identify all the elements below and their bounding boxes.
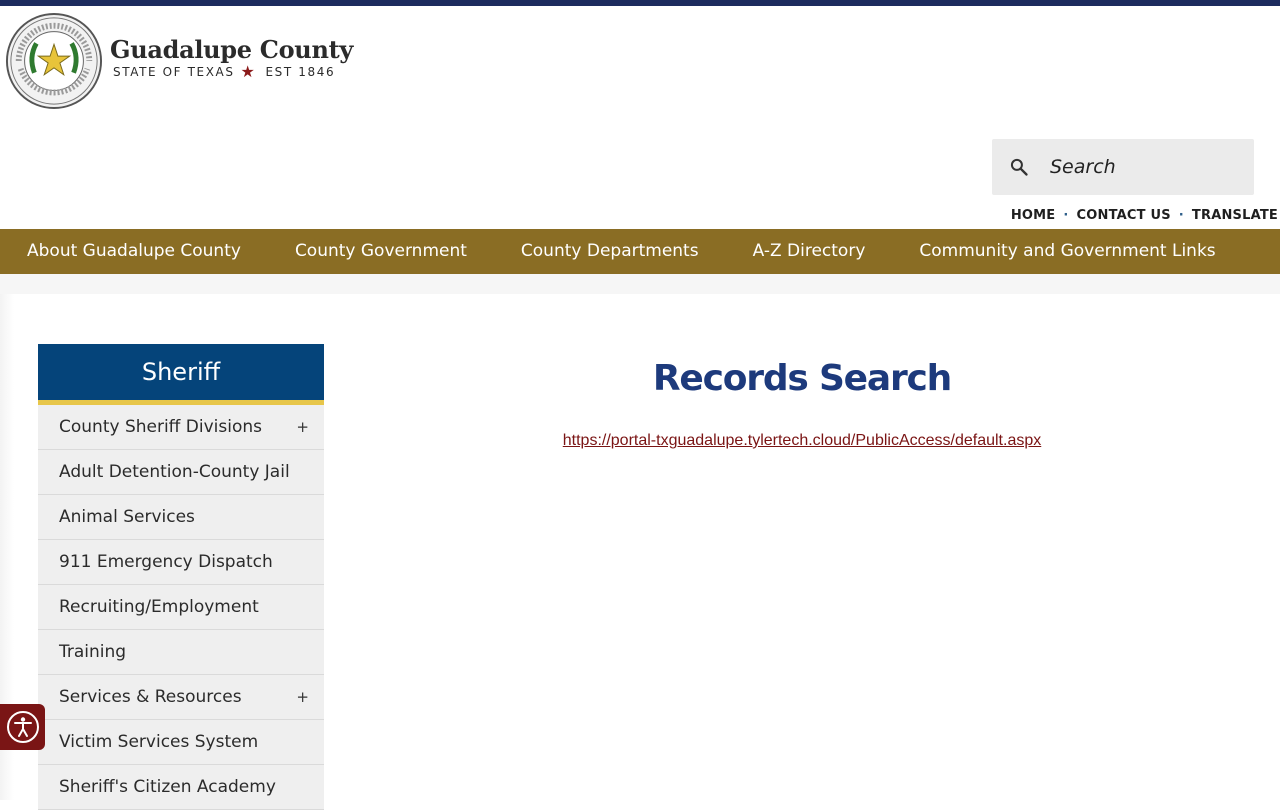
main-nav: About Guadalupe County County Government… xyxy=(0,229,1280,274)
sidebar-item-label[interactable]: Training xyxy=(59,642,126,662)
nav-item-about[interactable]: About Guadalupe County xyxy=(0,229,268,274)
translate-link[interactable]: TRANSLATE xyxy=(1192,208,1278,223)
sidebar-title[interactable]: Sheriff xyxy=(38,344,324,405)
search-input[interactable] xyxy=(1048,155,1232,179)
logo-subtitle: STATE OF TEXAS ★ EST 1846 xyxy=(110,61,353,81)
separator: · xyxy=(1178,208,1184,223)
search-box xyxy=(992,139,1254,195)
star-icon: ★ xyxy=(240,61,257,81)
sidebar-item-services-resources[interactable]: Services & Resources + xyxy=(38,675,324,720)
contact-us-link[interactable]: CONTACT US xyxy=(1077,208,1171,223)
sidebar-item-adult-detention[interactable]: Adult Detention-County Jail xyxy=(38,450,324,495)
sidebar-item-victim-services[interactable]: Victim Services System xyxy=(38,720,324,765)
sidebar-item-911-dispatch[interactable]: 911 Emergency Dispatch xyxy=(38,540,324,585)
sidebar-item-training[interactable]: Training xyxy=(38,630,324,675)
sidebar-item-label[interactable]: Sheriff's Citizen Academy xyxy=(59,777,276,797)
logo-est: EST 1846 xyxy=(265,64,336,79)
records-link-container: https://portal-txguadalupe.tylertech.clo… xyxy=(324,432,1280,450)
page-title: Records Search xyxy=(652,358,952,399)
home-link[interactable]: HOME xyxy=(1011,208,1056,223)
site-header: Guadalupe County STATE OF TEXAS ★ EST 18… xyxy=(0,6,1280,229)
sidebar-item-citizen-academy[interactable]: Sheriff's Citizen Academy xyxy=(38,765,324,810)
sidebar-item-label[interactable]: County Sheriff Divisions xyxy=(59,417,262,437)
sidebar-item-animal-services[interactable]: Animal Services xyxy=(38,495,324,540)
sidebar-item-county-sheriff-divisions[interactable]: County Sheriff Divisions + xyxy=(38,405,324,450)
sidebar-list: County Sheriff Divisions + Adult Detenti… xyxy=(38,405,324,810)
logo-state: STATE OF TEXAS xyxy=(113,64,235,79)
utility-nav: HOME · CONTACT US · TRANSLATE xyxy=(1011,208,1278,223)
sidebar-item-label[interactable]: Animal Services xyxy=(59,507,195,527)
sidebar: Sheriff County Sheriff Divisions + Adult… xyxy=(38,344,324,810)
sidebar-item-label[interactable]: Services & Resources xyxy=(59,687,242,707)
nav-item-county-government[interactable]: County Government xyxy=(268,229,494,274)
nav-item-az-directory[interactable]: A-Z Directory xyxy=(726,229,893,274)
sidebar-item-label[interactable]: Victim Services System xyxy=(59,732,258,752)
expand-plus-icon[interactable]: + xyxy=(296,688,309,706)
sidebar-item-label[interactable]: Adult Detention-County Jail xyxy=(59,462,290,482)
home-logo-link[interactable]: Guadalupe County STATE OF TEXAS ★ EST 18… xyxy=(5,12,353,110)
sidebar-item-label[interactable]: Recruiting/Employment xyxy=(59,597,259,617)
logo-text: Guadalupe County STATE OF TEXAS ★ EST 18… xyxy=(110,35,353,81)
nav-spacer xyxy=(0,274,1280,294)
records-portal-link[interactable]: https://portal-txguadalupe.tylertech.clo… xyxy=(563,432,1042,449)
expand-plus-icon[interactable]: + xyxy=(296,418,309,436)
search-icon[interactable] xyxy=(1009,157,1029,177)
sidebar-item-recruiting[interactable]: Recruiting/Employment xyxy=(38,585,324,630)
separator: · xyxy=(1063,208,1069,223)
nav-item-community-links[interactable]: Community and Government Links xyxy=(892,229,1242,274)
accessibility-button[interactable] xyxy=(0,704,45,750)
logo-title: Guadalupe County xyxy=(110,34,354,64)
nav-item-county-departments[interactable]: County Departments xyxy=(494,229,726,274)
accessibility-icon xyxy=(6,711,39,743)
texas-county-seal-icon xyxy=(5,12,103,110)
sidebar-item-label[interactable]: 911 Emergency Dispatch xyxy=(59,552,273,572)
